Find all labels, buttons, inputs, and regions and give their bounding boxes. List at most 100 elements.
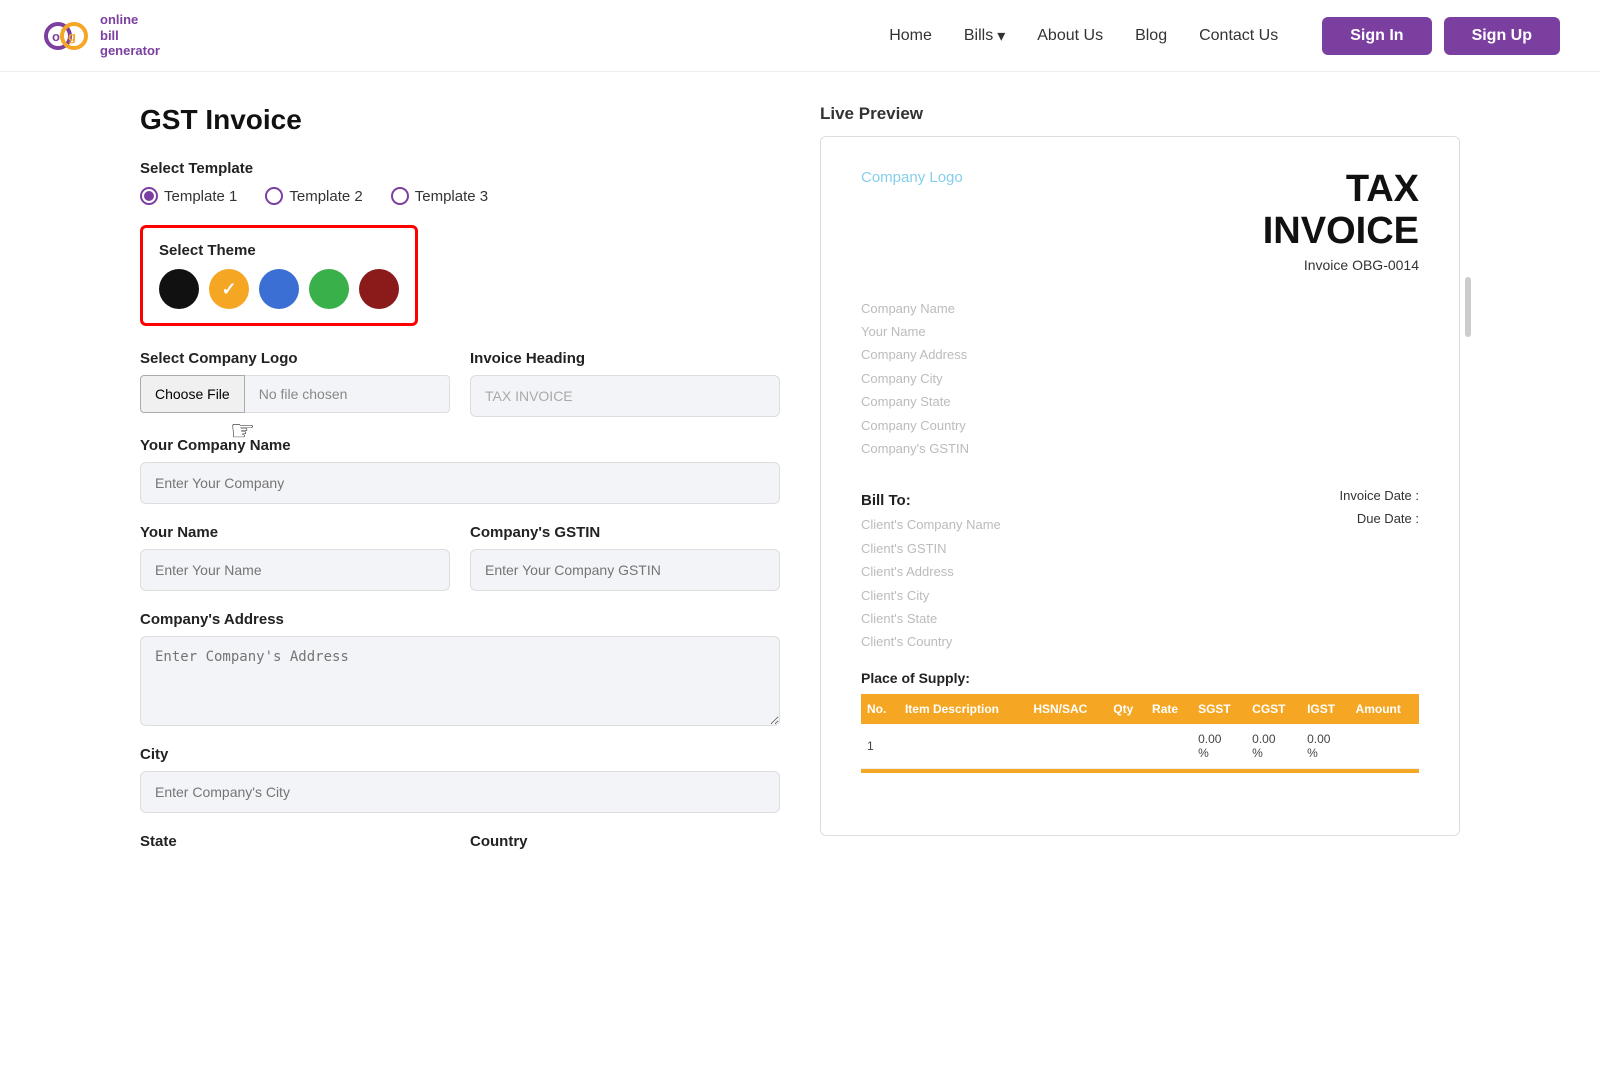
theme-box: Select Theme bbox=[140, 225, 418, 326]
cell-rate bbox=[1146, 724, 1192, 769]
invoice-date-label: Invoice Date : bbox=[1340, 488, 1420, 503]
color-swatch-black[interactable] bbox=[159, 269, 199, 309]
template-2-option[interactable]: Template 2 bbox=[265, 187, 362, 205]
preview-label: Live Preview bbox=[820, 104, 1460, 124]
col-hsn: HSN/SAC bbox=[1027, 694, 1107, 724]
file-input-row: Choose File No file chosen bbox=[140, 375, 450, 413]
company-state-preview: Company State bbox=[861, 390, 1419, 413]
nav-links: Home Bills ▾ About Us Blog Contact Us bbox=[889, 26, 1278, 46]
logo[interactable]: o g online bill generator bbox=[40, 10, 160, 62]
template-2-radio[interactable] bbox=[265, 187, 283, 205]
company-city-preview: Company City bbox=[861, 367, 1419, 390]
state-label: State bbox=[140, 833, 450, 850]
template-3-option[interactable]: Template 3 bbox=[391, 187, 488, 205]
your-name-preview: Your Name bbox=[861, 320, 1419, 343]
client-gstin: Client's GSTIN bbox=[861, 537, 1001, 560]
client-state: Client's State bbox=[861, 607, 1001, 630]
company-gstin-preview: Company's GSTIN bbox=[861, 437, 1419, 460]
preview-logo: Company Logo bbox=[861, 169, 963, 186]
address-input[interactable] bbox=[140, 636, 780, 726]
preview-invoice-title: TAX INVOICE bbox=[1263, 169, 1419, 253]
city-group: City bbox=[140, 746, 780, 813]
col-rate: Rate bbox=[1146, 694, 1192, 724]
preview-title: TAX INVOICE Invoice OBG-0014 bbox=[1263, 169, 1419, 273]
chevron-down-icon: ▾ bbox=[997, 26, 1005, 46]
your-name-input[interactable] bbox=[140, 549, 450, 591]
template-3-radio[interactable] bbox=[391, 187, 409, 205]
color-swatch-blue[interactable] bbox=[259, 269, 299, 309]
client-country: Client's Country bbox=[861, 630, 1001, 653]
template-1-label: Template 1 bbox=[164, 188, 237, 205]
preview-box: Company Logo TAX INVOICE Invoice OBG-001… bbox=[820, 136, 1460, 836]
preview-header: Company Logo TAX INVOICE Invoice OBG-001… bbox=[861, 169, 1419, 273]
company-address-preview: Company Address bbox=[861, 343, 1419, 366]
logo-icon: o g bbox=[40, 10, 92, 62]
page-title: GST Invoice bbox=[140, 104, 780, 136]
state-country-row: State Country bbox=[140, 833, 780, 850]
scrollbar[interactable] bbox=[1465, 277, 1471, 337]
client-city: Client's City bbox=[861, 584, 1001, 607]
theme-label: Select Theme bbox=[159, 242, 399, 259]
invoice-heading-group: Invoice Heading bbox=[470, 350, 780, 417]
logo-text: online bill generator bbox=[100, 12, 160, 59]
company-name-label: Your Company Name bbox=[140, 437, 780, 454]
nav-about[interactable]: About Us bbox=[1037, 27, 1103, 44]
cell-sgst: 0.00% bbox=[1192, 724, 1246, 769]
template-1-option[interactable]: Template 1 bbox=[140, 187, 237, 205]
bill-to-dates-row: Bill To: Client's Company Name Client's … bbox=[861, 480, 1419, 653]
right-panel: Live Preview Company Logo TAX INVOICE In… bbox=[820, 104, 1460, 870]
col-qty: Qty bbox=[1107, 694, 1146, 724]
nav-bills[interactable]: Bills ▾ bbox=[964, 26, 1005, 46]
color-swatch-green[interactable] bbox=[309, 269, 349, 309]
place-of-supply: Place of Supply: bbox=[861, 670, 1419, 686]
city-label: City bbox=[140, 746, 780, 763]
cell-qty bbox=[1107, 724, 1146, 769]
col-igst: IGST bbox=[1301, 694, 1349, 724]
col-amount: Amount bbox=[1350, 694, 1419, 724]
address-group: Company's Address bbox=[140, 611, 780, 726]
cell-no: 1 bbox=[861, 724, 899, 769]
logo-group: Select Company Logo Choose File No file … bbox=[140, 350, 450, 417]
dates-section: Invoice Date : Due Date : bbox=[1340, 480, 1420, 534]
preview-table: No. Item Description HSN/SAC Qty Rate SG… bbox=[861, 694, 1419, 773]
template-label: Select Template bbox=[140, 160, 780, 177]
your-name-label: Your Name bbox=[140, 524, 450, 541]
company-name-preview: Company Name bbox=[861, 297, 1419, 320]
signup-button[interactable]: Sign Up bbox=[1444, 17, 1560, 55]
client-address: Client's Address bbox=[861, 560, 1001, 583]
col-sgst: SGST bbox=[1192, 694, 1246, 724]
template-1-radio[interactable] bbox=[140, 187, 158, 205]
table-header-row: No. Item Description HSN/SAC Qty Rate SG… bbox=[861, 694, 1419, 724]
cell-amount bbox=[1350, 724, 1419, 769]
table-footer-row bbox=[861, 768, 1419, 773]
color-swatch-orange[interactable] bbox=[209, 269, 249, 309]
address-label: Company's Address bbox=[140, 611, 780, 628]
logo-heading-row: Select Company Logo Choose File No file … bbox=[140, 350, 780, 417]
col-cgst: CGST bbox=[1246, 694, 1301, 724]
nav-blog[interactable]: Blog bbox=[1135, 27, 1167, 44]
cell-cgst: 0.00% bbox=[1246, 724, 1301, 769]
color-swatch-darkred[interactable] bbox=[359, 269, 399, 309]
template-2-label: Template 2 bbox=[289, 188, 362, 205]
cell-hsn bbox=[1027, 724, 1107, 769]
bill-to-section: Bill To: Client's Company Name Client's … bbox=[861, 480, 1001, 653]
city-input[interactable] bbox=[140, 771, 780, 813]
table-row: 1 0.00% 0.00% 0.00% bbox=[861, 724, 1419, 769]
nav-contact[interactable]: Contact Us bbox=[1199, 27, 1278, 44]
state-group: State bbox=[140, 833, 450, 850]
choose-file-button[interactable]: Choose File bbox=[140, 375, 245, 413]
invoice-heading-label: Invoice Heading bbox=[470, 350, 780, 367]
gstin-input[interactable] bbox=[470, 549, 780, 591]
template-3-label: Template 3 bbox=[415, 188, 488, 205]
signin-button[interactable]: Sign In bbox=[1322, 17, 1431, 55]
gstin-label: Company's GSTIN bbox=[470, 524, 780, 541]
left-panel: GST Invoice Select Template Template 1 T… bbox=[140, 104, 820, 870]
navbar: o g online bill generator Home Bills ▾ A… bbox=[0, 0, 1600, 72]
invoice-heading-input[interactable] bbox=[470, 375, 780, 417]
nav-home[interactable]: Home bbox=[889, 27, 932, 44]
company-name-input[interactable] bbox=[140, 462, 780, 504]
gstin-group: Company's GSTIN bbox=[470, 524, 780, 591]
col-item: Item Description bbox=[899, 694, 1027, 724]
template-options: Template 1 Template 2 Template 3 bbox=[140, 187, 780, 205]
country-label: Country bbox=[470, 833, 780, 850]
